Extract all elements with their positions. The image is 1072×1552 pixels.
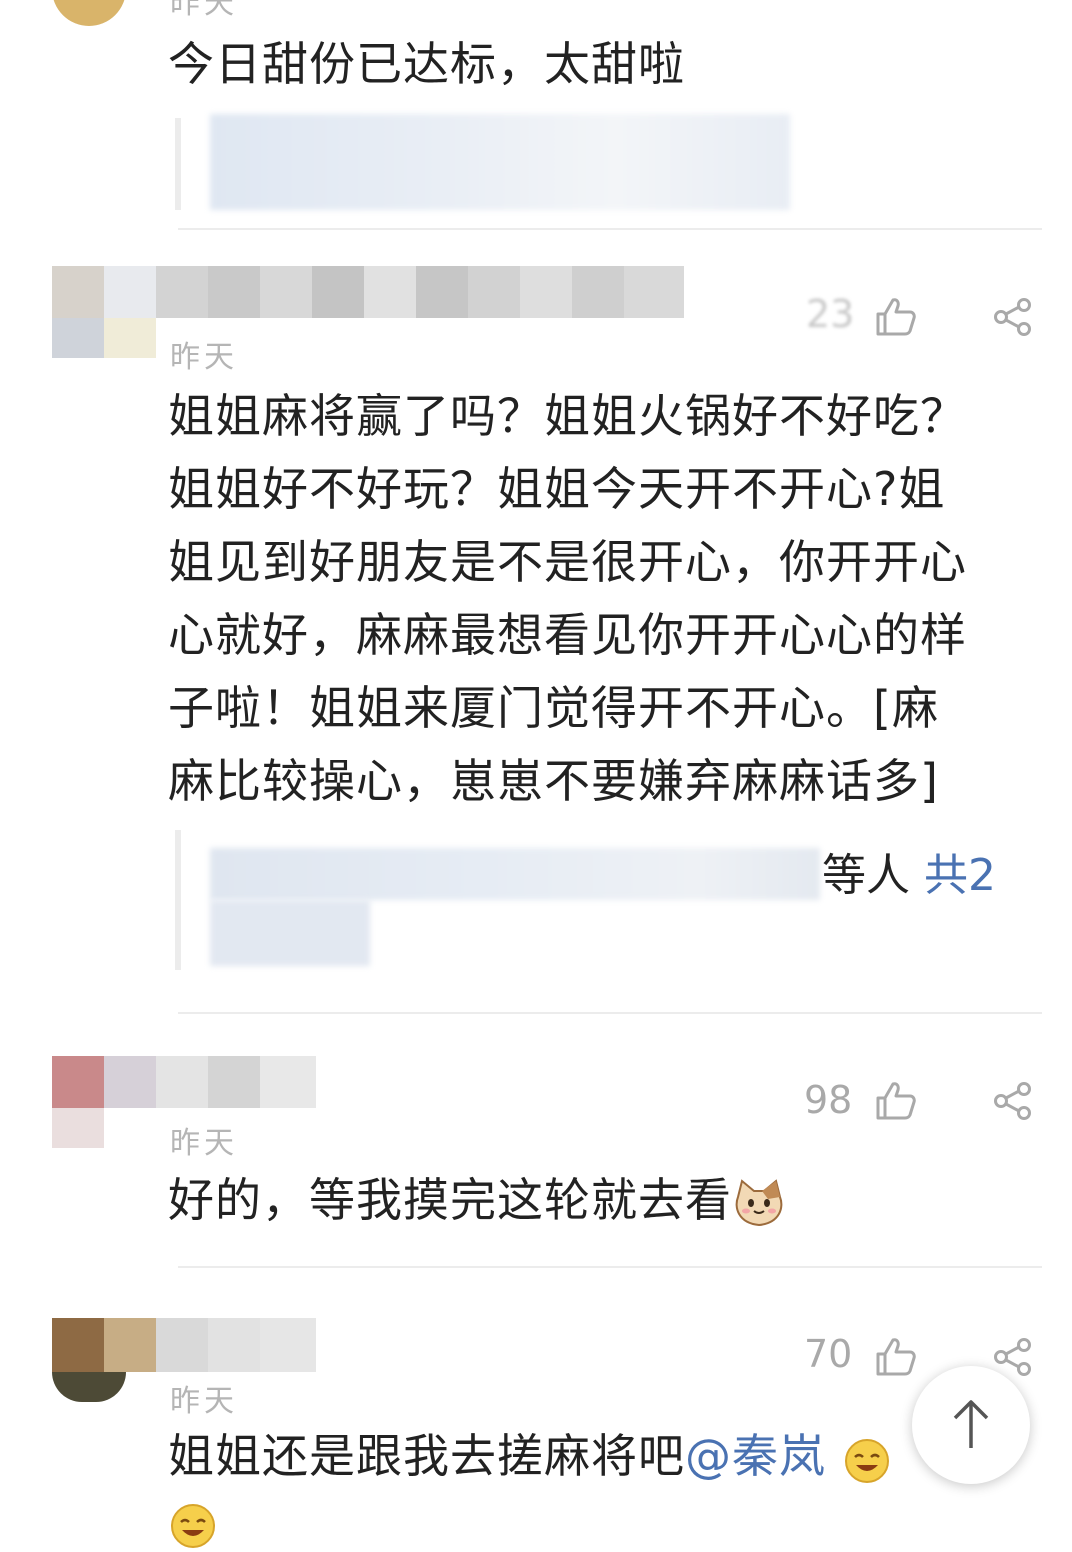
blurred-reply-preview[interactable] [210, 114, 790, 210]
like-count: 23 [806, 292, 855, 336]
comment-timestamp: 昨天 [170, 1126, 238, 1161]
comment-timestamp: 昨天 [170, 1384, 238, 1419]
share-icon[interactable] [992, 296, 1034, 338]
blurred-reply-names[interactable] [210, 848, 820, 900]
comment-text: 姐姐麻将赢了吗？姐姐火锅好不好吃？ 姐姐好不好玩？姐姐今天开不开心?姐 姐见到好… [168, 389, 967, 808]
cat-face-emoji [735, 1178, 783, 1226]
arrow-up-icon [953, 1400, 989, 1448]
divider [178, 228, 1042, 230]
reply-quote-bar [175, 830, 181, 970]
thumbs-up-icon[interactable] [874, 1080, 918, 1122]
thumbs-up-icon[interactable] [874, 296, 918, 338]
laughing-emoji [171, 1504, 215, 1548]
comment-timestamp: 昨天 [170, 340, 238, 375]
avatar[interactable] [52, 0, 126, 26]
comment-text: 今日甜份已达标，太甜啦 [168, 37, 685, 91]
mention-link[interactable]: @秦岚 [685, 1429, 826, 1483]
blurred-reply-more[interactable] [210, 900, 370, 966]
reply-summary-suffix: 等人 [822, 850, 910, 901]
share-icon[interactable] [992, 1336, 1034, 1378]
like-count: 98 [804, 1078, 853, 1122]
reply-total-link[interactable]: 共2 [924, 850, 996, 901]
reply-quote-bar [175, 118, 181, 210]
scroll-to-top-button[interactable] [912, 1366, 1030, 1484]
divider [178, 1012, 1042, 1014]
like-count: 70 [804, 1332, 853, 1376]
laughing-emoji [844, 1438, 889, 1483]
thumbs-up-icon[interactable] [874, 1336, 918, 1378]
comment-text-body: 姐姐还是跟我去搓麻将吧 [168, 1429, 685, 1483]
share-icon[interactable] [992, 1080, 1034, 1122]
reply-summary[interactable]: 等人 共2 [822, 848, 996, 904]
comment-text-body: 好的，等我摸完这轮就去看 [168, 1173, 732, 1227]
comment-timestamp: 昨天 [170, 0, 238, 21]
comment-text: 好的，等我摸完这轮就去看 [168, 1164, 1048, 1237]
divider [178, 1266, 1042, 1268]
